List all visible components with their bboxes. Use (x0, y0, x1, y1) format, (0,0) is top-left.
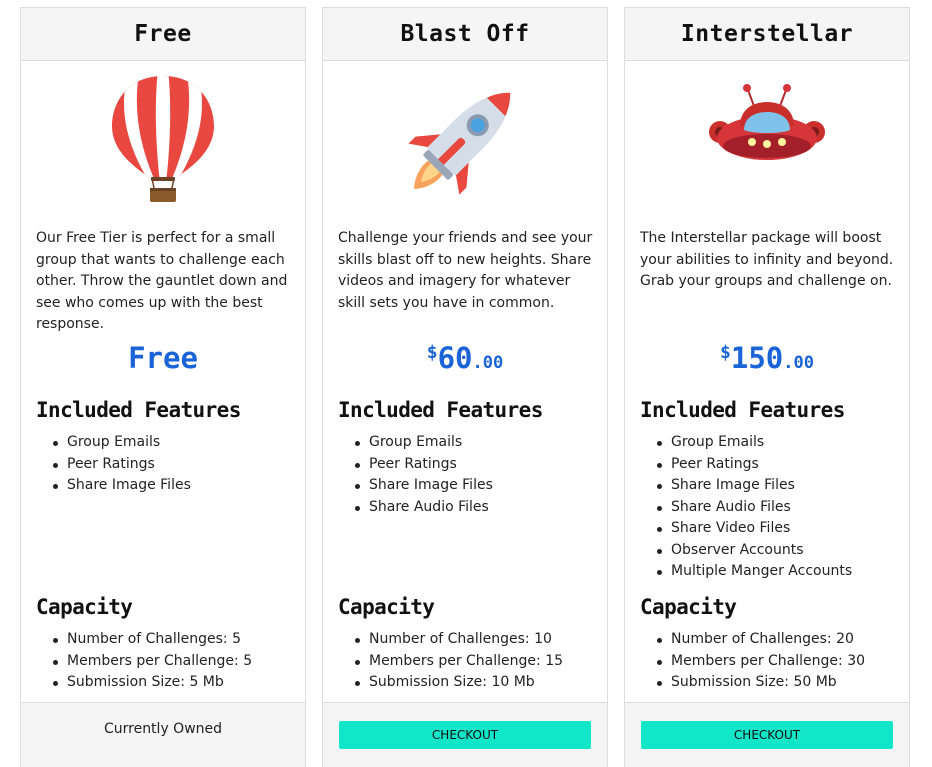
plan-title: Blast Off (323, 8, 607, 61)
currently-owned-label: Currently Owned (103, 721, 223, 737)
features-list: Group Emails Peer Ratings Share Image Fi… (655, 432, 905, 583)
price-cents: .00 (472, 353, 504, 373)
feature-item: Share Audio Files (353, 497, 603, 519)
plan-price: $60.00 (323, 341, 607, 375)
price-amount: Free (128, 341, 198, 375)
capacity-heading: Capacity (36, 595, 133, 619)
feature-item: Group Emails (655, 432, 905, 454)
feature-item: Group Emails (51, 432, 301, 454)
price-cents: .00 (783, 353, 814, 373)
rocket-icon (323, 68, 607, 213)
features-list: Group Emails Peer Ratings Share Image Fi… (353, 432, 603, 518)
price-amount: 60 (437, 341, 473, 375)
feature-item: Share Image Files (51, 475, 301, 497)
feature-item: Share Video Files (655, 518, 905, 540)
plan-card-blast-off: Blast Off Challenge your friends and see… (322, 7, 608, 767)
capacity-heading: Capacity (338, 595, 435, 619)
plan-title: Interstellar (625, 8, 909, 61)
capacity-item: Number of Challenges: 10 (353, 629, 603, 651)
checkout-button[interactable]: CHECKOUT (339, 721, 591, 749)
plan-description: Challenge your friends and see your skil… (338, 230, 593, 311)
feature-item: Group Emails (353, 432, 603, 454)
capacity-list: Number of Challenges: 5 Members per Chal… (51, 629, 301, 694)
capacity-item: Members per Challenge: 5 (51, 651, 301, 673)
feature-item: Share Image Files (655, 475, 905, 497)
capacity-list: Number of Challenges: 10 Members per Cha… (353, 629, 603, 694)
capacity-item: Members per Challenge: 30 (655, 651, 905, 673)
capacity-item: Submission Size: 50 Mb (655, 672, 905, 694)
hot-air-balloon-icon (21, 68, 305, 213)
features-heading: Included Features (36, 398, 241, 422)
features-heading: Included Features (338, 398, 543, 422)
capacity-item: Number of Challenges: 5 (51, 629, 301, 651)
capacity-item: Members per Challenge: 15 (353, 651, 603, 673)
capacity-heading: Capacity (640, 595, 737, 619)
plan-card-free: Free Our Free Tier is perfect for a smal… (20, 7, 306, 767)
plan-footer: CHECKOUT (323, 702, 607, 767)
feature-item: Peer Ratings (655, 454, 905, 476)
price-currency: $ (426, 342, 438, 363)
feature-item: Share Audio Files (655, 497, 905, 519)
ufo-icon (625, 68, 909, 213)
price-amount: 150 (730, 341, 784, 375)
feature-item: Observer Accounts (655, 540, 905, 562)
plan-price: Free (21, 341, 305, 375)
price-currency: $ (720, 342, 731, 363)
features-heading: Included Features (640, 398, 845, 422)
feature-item: Multiple Manger Accounts (655, 561, 905, 583)
features-list: Group Emails Peer Ratings Share Image Fi… (51, 432, 301, 497)
plan-card-interstellar: Interstellar The Interstellar package wi… (624, 7, 910, 767)
capacity-item: Submission Size: 5 Mb (51, 672, 301, 694)
feature-item: Peer Ratings (51, 454, 301, 476)
feature-item: Peer Ratings (353, 454, 603, 476)
capacity-list: Number of Challenges: 20 Members per Cha… (655, 629, 905, 694)
plan-description: Our Free Tier is perfect for a small gro… (36, 230, 288, 332)
plan-description: The Interstellar package will boost your… (640, 230, 894, 289)
plan-title: Free (21, 8, 305, 61)
capacity-item: Number of Challenges: 20 (655, 629, 905, 651)
plan-footer: CHECKOUT (625, 702, 909, 767)
checkout-button[interactable]: CHECKOUT (641, 721, 893, 749)
capacity-item: Submission Size: 10 Mb (353, 672, 603, 694)
plan-footer: Currently Owned (21, 702, 305, 767)
feature-item: Share Image Files (353, 475, 603, 497)
plan-price: $150.00 (625, 341, 909, 375)
